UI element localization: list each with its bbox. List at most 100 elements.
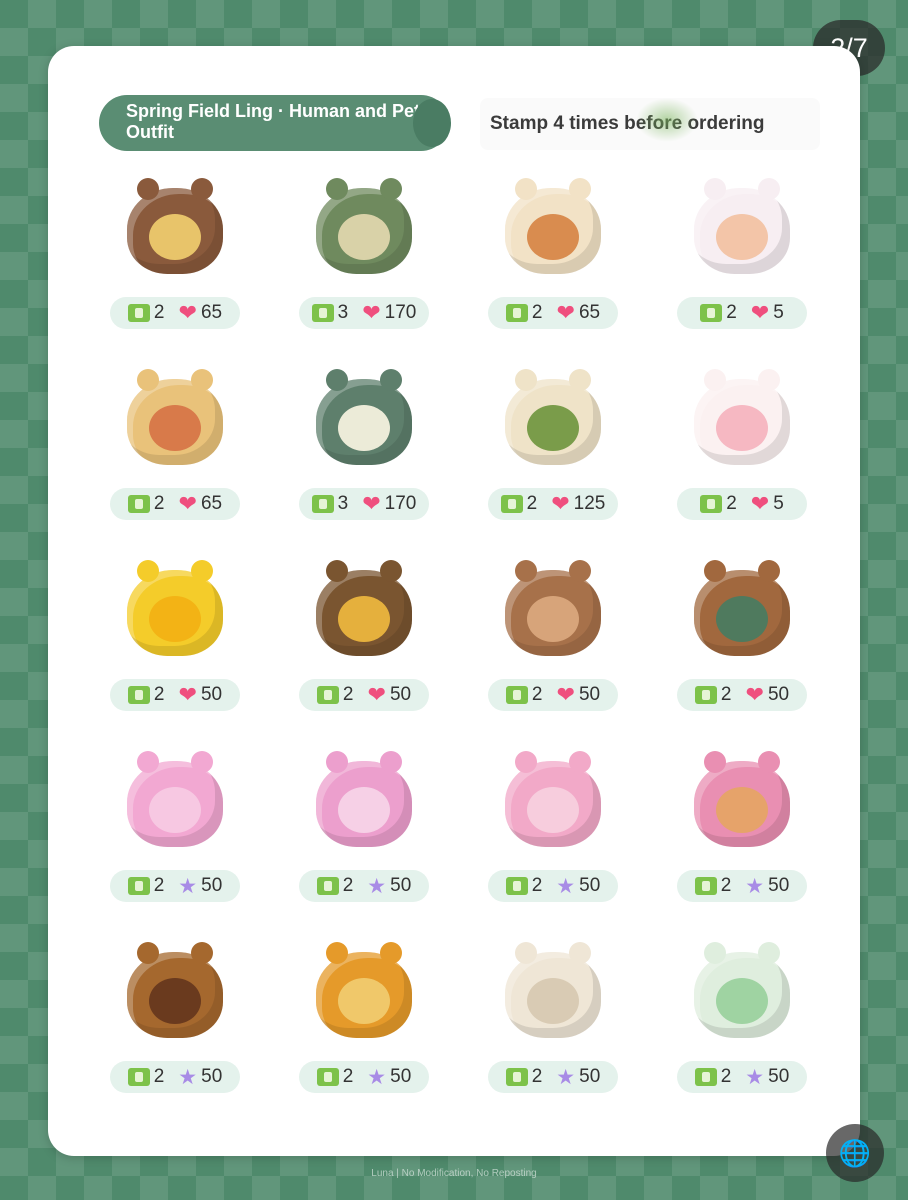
bear-hood-icon <box>498 558 608 668</box>
item-card[interactable]: 2 ❤ 50 <box>677 558 807 711</box>
shirt-outfit-icon <box>309 367 419 477</box>
star-icon: ★ <box>556 874 576 898</box>
ticket-count: 2 <box>531 875 543 896</box>
item-card[interactable]: 2 ★ 50 <box>488 940 618 1093</box>
ticket-count: 2 <box>153 875 165 896</box>
item-card[interactable]: 2 ❤ 5 <box>677 367 807 520</box>
price-pill: 2 ❤ 5 <box>677 297 807 329</box>
pink-bear-hood-icon <box>498 749 608 859</box>
item-card[interactable]: 2 ❤ 125 <box>488 367 618 520</box>
ticket-icon <box>311 304 334 322</box>
item-card[interactable]: 3 ❤ 170 <box>299 367 429 520</box>
bee-pet-hat-icon <box>309 558 419 668</box>
price-pill: 2 ❤ 5 <box>677 488 807 520</box>
ticket-icon <box>505 877 528 895</box>
ticket-count: 2 <box>726 302 737 323</box>
ticket-icon <box>316 877 339 895</box>
item-card[interactable]: 2 ★ 50 <box>488 749 618 902</box>
ticket-icon <box>316 686 339 704</box>
heart-icon: ❤ <box>362 300 381 325</box>
ticket-count: 2 <box>153 1066 165 1087</box>
price-amount: 50 <box>389 684 412 705</box>
price-amount: 125 <box>573 493 606 514</box>
translate-button[interactable]: 🌐 <box>826 1124 884 1182</box>
title-banner: Spring Field Ling · Human and Pet Outfit <box>99 95 451 151</box>
price-pill: 2 ★ 50 <box>299 1061 429 1093</box>
pink-bear-pet-suit-icon <box>687 749 797 859</box>
item-card[interactable]: 2 ★ 50 <box>299 749 429 902</box>
price-amount: 50 <box>201 875 223 896</box>
ticket-count: 2 <box>342 875 354 896</box>
item-card[interactable]: 2 ❤ 65 <box>110 176 240 329</box>
item-card[interactable]: 2 ❤ 50 <box>110 558 240 711</box>
ticket-count: 2 <box>726 493 737 514</box>
heart-icon: ❤ <box>178 300 197 325</box>
ticket-icon <box>694 877 717 895</box>
ticket-icon <box>311 495 334 513</box>
backpack-icon <box>498 367 608 477</box>
brown-bee-hood-icon <box>120 940 230 1050</box>
outfit-title: Spring Field Ling · Human and Pet Outfit <box>126 101 421 142</box>
ticket-count: 2 <box>531 1066 543 1087</box>
heart-icon: ❤ <box>745 682 764 707</box>
bun-hairstyle-icon <box>120 367 230 477</box>
item-card[interactable]: 2 ★ 50 <box>110 940 240 1093</box>
star-icon: ★ <box>745 1065 765 1089</box>
price-amount: 50 <box>200 684 223 705</box>
star-icon: ★ <box>367 874 387 898</box>
ticket-icon <box>316 1068 339 1086</box>
price-amount: 50 <box>768 875 790 896</box>
price-pill: 2 ❤ 65 <box>110 297 240 329</box>
item-card[interactable]: 2 ★ 50 <box>677 749 807 902</box>
bear-hat-icon <box>120 176 230 286</box>
price-amount: 170 <box>384 302 417 323</box>
price-amount: 170 <box>384 493 417 514</box>
bee-hood-icon <box>120 558 230 668</box>
ticket-icon <box>127 304 150 322</box>
translate-icon: 🌐 <box>838 1137 872 1168</box>
ticket-count: 2 <box>153 684 165 705</box>
ticket-icon <box>505 686 528 704</box>
item-card[interactable]: 2 ★ 50 <box>110 749 240 902</box>
item-card[interactable]: 2 ★ 50 <box>677 940 807 1093</box>
price-amount: 50 <box>390 875 412 896</box>
heart-icon: ❤ <box>750 300 770 325</box>
ticket-icon <box>700 495 723 513</box>
ticket-icon <box>694 686 717 704</box>
star-icon: ★ <box>745 874 765 898</box>
price-pill: 2 ❤ 125 <box>488 488 618 520</box>
price-amount: 50 <box>579 1066 601 1087</box>
orange-bee-pet-hat-icon <box>309 940 419 1050</box>
price-amount: 50 <box>768 1066 790 1087</box>
item-card[interactable]: 3 ❤ 170 <box>299 176 429 329</box>
price-pill: 3 ❤ 170 <box>299 297 429 329</box>
ticket-icon <box>505 1068 528 1086</box>
price-pill: 2 ❤ 50 <box>299 679 429 711</box>
ticket-count: 2 <box>720 875 732 896</box>
heart-icon: ❤ <box>178 682 197 707</box>
item-card[interactable]: 2 ❤ 50 <box>488 558 618 711</box>
price-amount: 65 <box>578 302 601 323</box>
face-blush-icon <box>687 367 797 477</box>
item-card[interactable]: 2 ❤ 5 <box>677 176 807 329</box>
items-grid: 2 ❤ 65 3 ❤ 170 2 ❤ 65 2 ❤ 5 2 ❤ 65 3 ❤ 170 2 ❤ 125 2 ❤ 5 2 ❤ 50 2 ❤ 5… <box>110 176 810 1093</box>
item-card[interactable]: 2 ★ 50 <box>299 940 429 1093</box>
item-card[interactable]: 2 ❤ 65 <box>488 176 618 329</box>
mint-bear-pet-suit-icon <box>687 940 797 1050</box>
item-card[interactable]: 2 ❤ 65 <box>110 367 240 520</box>
star-icon: ★ <box>178 874 198 898</box>
price-amount: 50 <box>579 875 601 896</box>
heart-icon: ❤ <box>362 491 381 516</box>
price-pill: 2 ★ 50 <box>299 870 429 902</box>
ticket-count: 3 <box>337 493 349 514</box>
ticket-count: 2 <box>342 684 354 705</box>
ticket-icon <box>127 495 150 513</box>
face-makeup-icon <box>687 176 797 286</box>
price-pill: 2 ★ 50 <box>110 1061 240 1093</box>
star-icon: ★ <box>556 1065 576 1089</box>
pink-bee-pet-hat-icon <box>309 749 419 859</box>
item-card[interactable]: 2 ❤ 50 <box>299 558 429 711</box>
price-amount: 65 <box>200 302 223 323</box>
price-pill: 3 ❤ 170 <box>299 488 429 520</box>
price-pill: 2 ❤ 50 <box>677 679 807 711</box>
